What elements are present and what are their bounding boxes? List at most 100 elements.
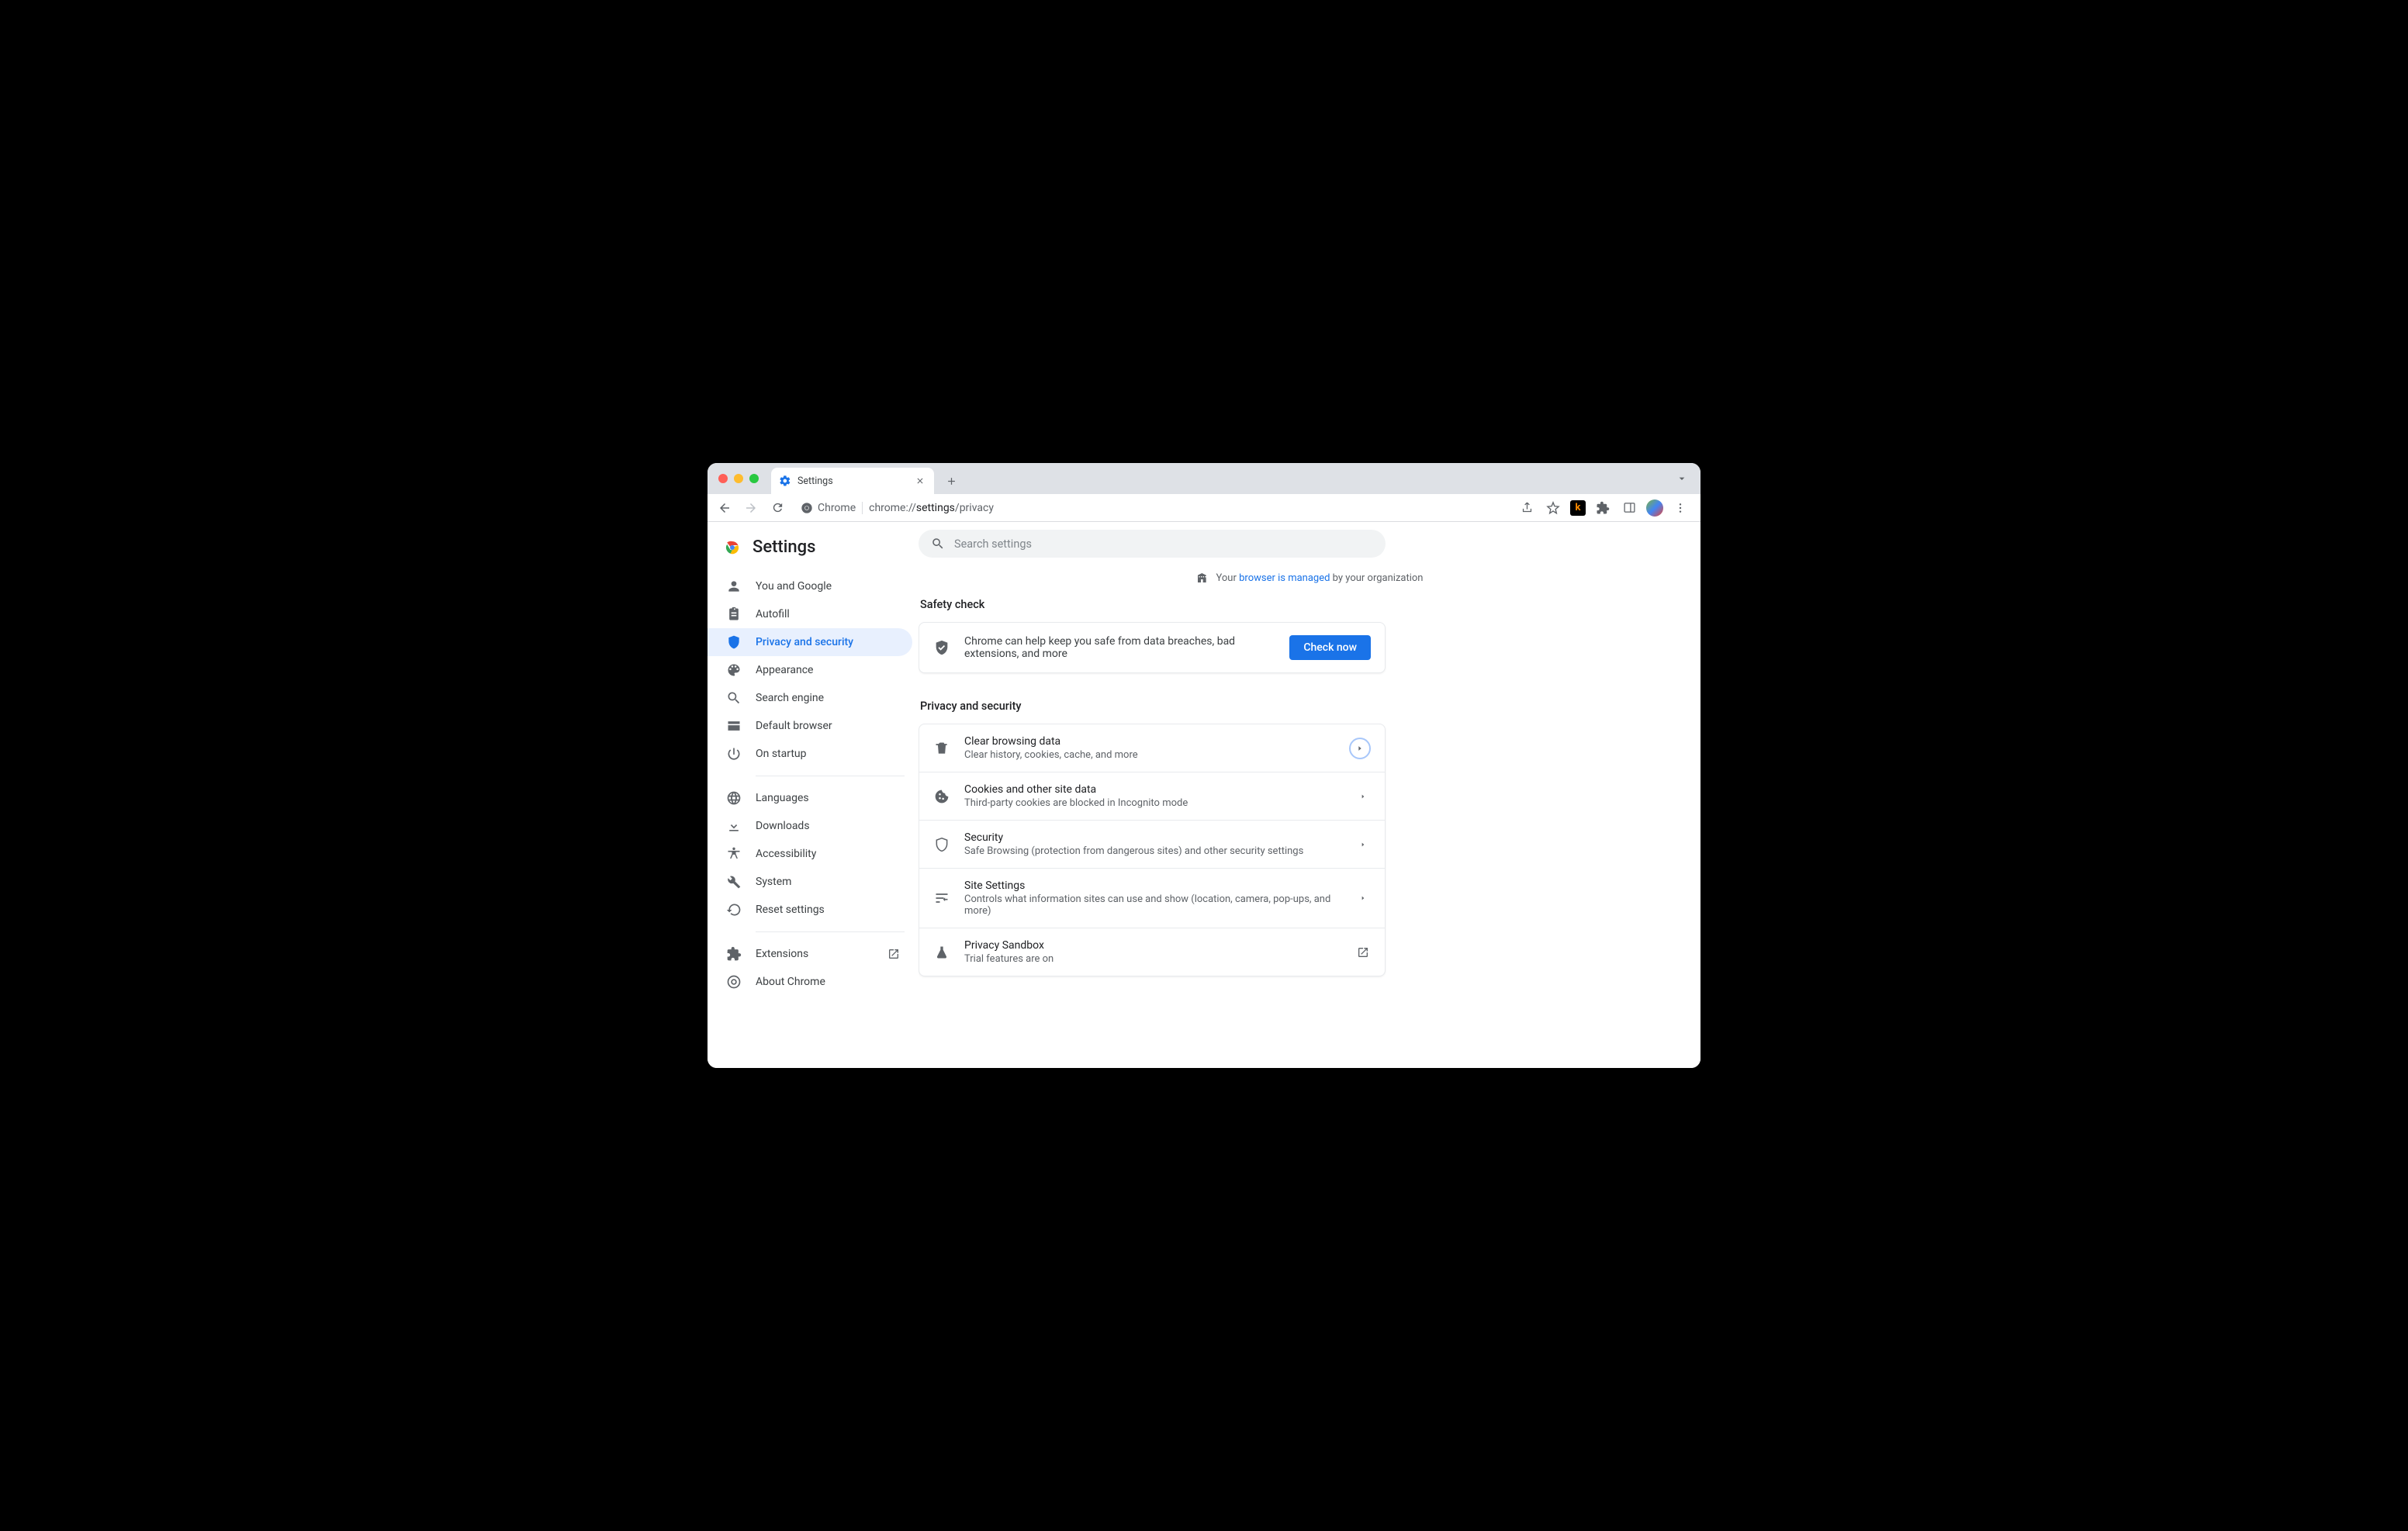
- tune-icon: [933, 890, 950, 907]
- sidebar-item-privacy-security[interactable]: Privacy and security: [708, 628, 912, 656]
- sidebar-item-appearance[interactable]: Appearance: [708, 656, 912, 684]
- titlebar: Settings: [708, 463, 1700, 494]
- settings-brand: Settings: [708, 531, 919, 569]
- puzzle-icon: [726, 946, 742, 962]
- window-controls: [718, 474, 759, 483]
- section-title: Privacy and security: [920, 700, 1386, 713]
- row-title: Security: [964, 831, 1341, 844]
- row-clear-browsing-data[interactable]: Clear browsing data Clear history, cooki…: [919, 724, 1385, 772]
- shield-icon: [726, 634, 742, 650]
- restore-icon: [726, 902, 742, 918]
- share-icon[interactable]: [1517, 499, 1536, 517]
- row-security[interactable]: Security Safe Browsing (protection from …: [919, 820, 1385, 868]
- sidebar-item-languages[interactable]: Languages: [708, 784, 912, 812]
- sidebar-primary-group: You and Google Autofill Privacy and secu…: [708, 569, 919, 771]
- toolbar-actions: k: [1517, 499, 1694, 517]
- sidebar-item-extensions[interactable]: Extensions: [708, 940, 912, 968]
- bookmark-star-icon[interactable]: [1544, 499, 1562, 517]
- accessibility-icon: [726, 846, 742, 862]
- tab-close-button[interactable]: [914, 475, 926, 487]
- safety-check-card: Chrome can help keep you safe from data …: [919, 622, 1386, 673]
- sidebar-item-label: On startup: [756, 748, 807, 760]
- shield-check-icon: [933, 639, 950, 656]
- chrome-logo-icon: [723, 538, 742, 557]
- chevron-right-icon: [1349, 738, 1371, 759]
- window-close-button[interactable]: [718, 474, 728, 483]
- sidebar-footer-group: Extensions About Chrome: [708, 937, 919, 999]
- sidebar-item-downloads[interactable]: Downloads: [708, 812, 912, 840]
- window-maximize-button[interactable]: [749, 474, 759, 483]
- settings-gear-icon: [779, 475, 791, 487]
- sidebar-item-label: Search engine: [756, 692, 824, 704]
- managed-banner: Your browser is managed by your organiza…: [919, 572, 1700, 584]
- palette-icon: [726, 662, 742, 678]
- row-title: Site Settings: [964, 880, 1341, 892]
- sidebar-item-label: Default browser: [756, 720, 832, 732]
- address-bar[interactable]: Chrome chrome://settings/privacy: [793, 497, 1513, 519]
- chevron-right-icon: [1355, 890, 1371, 906]
- origin-label: Chrome: [818, 502, 856, 514]
- managed-link[interactable]: browser is managed: [1239, 572, 1330, 584]
- browser-window-icon: [726, 718, 742, 734]
- forward-button[interactable]: [740, 497, 762, 519]
- privacy-card: Clear browsing data Clear history, cooki…: [919, 724, 1386, 976]
- profile-avatar[interactable]: [1646, 499, 1663, 517]
- chevron-right-icon: [1355, 789, 1371, 804]
- sidebar-item-accessibility[interactable]: Accessibility: [708, 840, 912, 868]
- sidebar-divider: [756, 931, 905, 932]
- kebab-menu-icon[interactable]: [1671, 499, 1690, 517]
- row-cookies[interactable]: Cookies and other site data Third-party …: [919, 772, 1385, 820]
- new-tab-button[interactable]: [940, 470, 962, 492]
- sidebar-item-search-engine[interactable]: Search engine: [708, 684, 912, 712]
- check-now-button[interactable]: Check now: [1289, 635, 1371, 660]
- managed-text: Your browser is managed by your organiza…: [1216, 572, 1424, 584]
- omnibox-divider: [862, 502, 863, 514]
- sidebar-item-system[interactable]: System: [708, 868, 912, 896]
- sidebar-item-label: Extensions: [756, 948, 808, 960]
- side-panel-icon[interactable]: [1620, 499, 1638, 517]
- wrench-icon: [726, 874, 742, 890]
- extensions-puzzle-icon[interactable]: [1593, 499, 1612, 517]
- window-minimize-button[interactable]: [734, 474, 743, 483]
- section-title: Safety check: [920, 598, 1386, 611]
- settings-title: Settings: [752, 537, 815, 557]
- tab-strip: Settings: [771, 463, 962, 494]
- flask-icon: [933, 944, 950, 961]
- row-subtitle: Safe Browsing (protection from dangerous…: [964, 845, 1341, 857]
- power-icon: [726, 746, 742, 762]
- back-button[interactable]: [714, 497, 735, 519]
- settings-main: Your browser is managed by your organiza…: [919, 522, 1700, 1068]
- sidebar-item-on-startup[interactable]: On startup: [708, 740, 912, 768]
- sidebar-item-you-and-google[interactable]: You and Google: [708, 572, 912, 600]
- person-icon: [726, 579, 742, 594]
- browser-tab-settings[interactable]: Settings: [771, 468, 934, 494]
- row-title: Clear browsing data: [964, 735, 1335, 748]
- row-subtitle: Third-party cookies are blocked in Incog…: [964, 797, 1341, 809]
- sidebar-item-autofill[interactable]: Autofill: [708, 600, 912, 628]
- sidebar-secondary-group: Languages Downloads Accessibility System…: [708, 781, 919, 927]
- row-site-settings[interactable]: Site Settings Controls what information …: [919, 868, 1385, 928]
- settings-sidebar: Settings You and Google Autofill Privacy…: [708, 522, 919, 1068]
- sidebar-item-label: Languages: [756, 792, 809, 804]
- tabs-dropdown-button[interactable]: [1676, 472, 1688, 485]
- reload-button[interactable]: [766, 497, 788, 519]
- section-safety-check: Safety check Chrome can help keep you sa…: [919, 598, 1386, 673]
- sidebar-item-about-chrome[interactable]: About Chrome: [708, 968, 912, 996]
- sidebar-item-reset-settings[interactable]: Reset settings: [708, 896, 912, 924]
- cookie-icon: [933, 788, 950, 805]
- sidebar-item-label: You and Google: [756, 580, 832, 593]
- building-icon: [1196, 572, 1209, 584]
- sidebar-item-default-browser[interactable]: Default browser: [708, 712, 912, 740]
- section-privacy-security: Privacy and security Clear browsing data…: [919, 700, 1386, 976]
- settings-search-input[interactable]: [954, 537, 1373, 551]
- sidebar-item-label: Privacy and security: [756, 636, 853, 648]
- settings-content: Settings You and Google Autofill Privacy…: [708, 522, 1700, 1068]
- row-privacy-sandbox[interactable]: Privacy Sandbox Trial features are on: [919, 928, 1385, 976]
- external-link-icon: [1355, 945, 1371, 960]
- chevron-right-icon: [1355, 837, 1371, 852]
- sidebar-item-label: Downloads: [756, 820, 810, 832]
- origin-chip: Chrome: [801, 502, 856, 514]
- settings-search[interactable]: [919, 530, 1386, 558]
- extension-k-icon[interactable]: k: [1570, 500, 1586, 516]
- chrome-outline-icon: [726, 974, 742, 990]
